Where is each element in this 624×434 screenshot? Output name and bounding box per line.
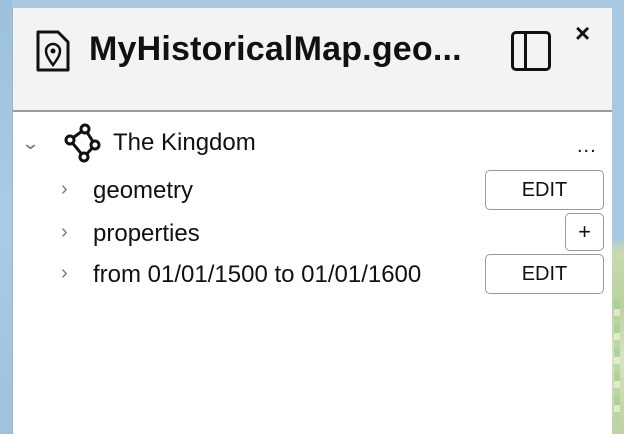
feature-name: The Kingdom: [113, 129, 256, 156]
map-background-right[interactable]: [610, 0, 624, 434]
tree-item-label: geometry: [93, 177, 194, 204]
edit-date-range-button[interactable]: EDIT: [485, 254, 604, 294]
tree-item-label: from 01/01/1500 to 01/01/1600: [93, 261, 422, 288]
chevron-right-icon[interactable]: ›: [61, 262, 68, 285]
tree-item-geometry[interactable]: › geometry EDIT: [13, 170, 612, 210]
tree-item-date-range[interactable]: › from 01/01/1500 to 01/01/1600 EDIT: [13, 254, 612, 294]
feature-menu-button[interactable]: ...: [577, 135, 597, 158]
geojson-file-icon: [36, 30, 70, 72]
add-property-button[interactable]: +: [565, 213, 604, 251]
polygon-icon: [64, 123, 101, 163]
tree-item-label: properties: [93, 220, 200, 247]
chevron-right-icon[interactable]: ›: [61, 221, 68, 244]
tree-root-row[interactable]: ⌄ The Kingdom ...: [13, 123, 612, 163]
chevron-right-icon[interactable]: ›: [61, 178, 68, 201]
chevron-down-icon[interactable]: ⌄: [21, 133, 41, 154]
tree-item-properties[interactable]: › properties +: [13, 213, 612, 253]
panel-title: MyHistoricalMap.geo...: [89, 30, 462, 68]
map-background-left: [0, 0, 12, 434]
properties-panel: MyHistoricalMap.geo... × ⌄ The Kingdom .…: [12, 8, 612, 434]
close-icon[interactable]: ×: [575, 20, 590, 46]
edit-geometry-button[interactable]: EDIT: [485, 170, 604, 210]
sidebar-toggle-icon[interactable]: [511, 31, 551, 71]
panel-header: MyHistoricalMap.geo... ×: [13, 8, 612, 112]
